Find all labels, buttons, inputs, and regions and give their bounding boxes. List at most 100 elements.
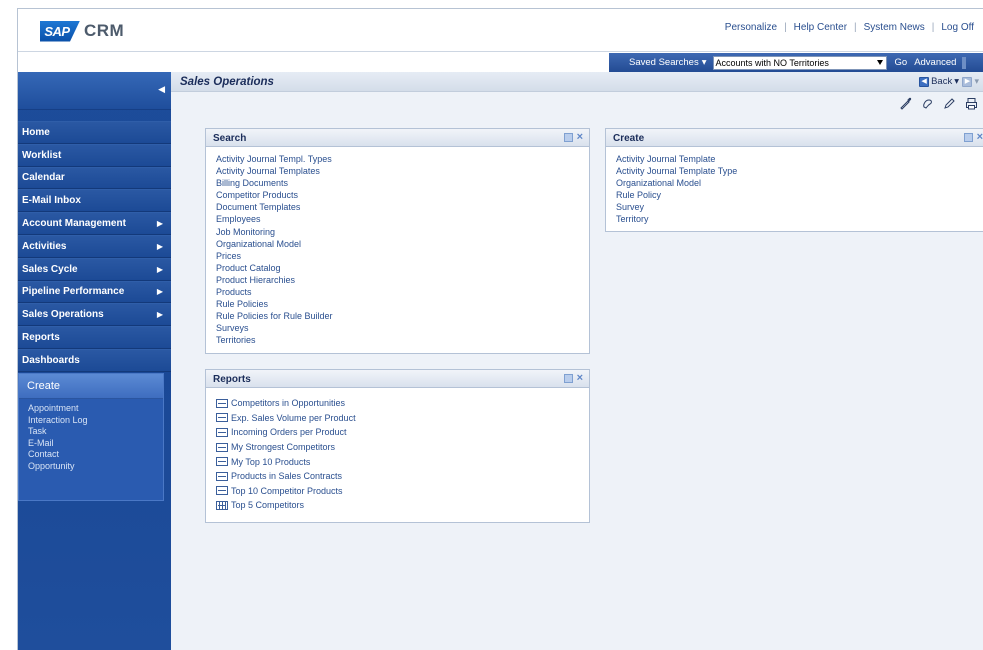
grid-report-icon (216, 500, 228, 510)
create-email-link[interactable]: E-Mail (28, 438, 163, 450)
search-link[interactable]: Prices (216, 250, 589, 262)
report-label: Top 5 Competitors (231, 500, 305, 511)
personalize-link[interactable]: Personalize (725, 22, 777, 33)
search-link[interactable]: Territories (216, 334, 589, 346)
nav-item-label: Sales Cycle (22, 263, 78, 275)
report-link[interactable]: Competitors in Opportunities (216, 396, 589, 411)
report-icon (216, 457, 228, 467)
report-link[interactable]: My Top 10 Products (216, 454, 589, 469)
pencil-icon[interactable] (943, 97, 956, 110)
search-link[interactable]: Product Catalog (216, 262, 589, 274)
create-link[interactable]: Activity Journal Template Type (616, 165, 983, 177)
back-button[interactable]: ◀ Back ▾ (919, 76, 959, 87)
search-link[interactable]: Products (216, 286, 589, 298)
close-icon[interactable]: × (977, 132, 983, 143)
create-link[interactable]: Survey (616, 201, 983, 213)
nav-item-sales-cycle[interactable]: Sales Cycle ▶ (18, 257, 171, 281)
create-contact-link[interactable]: Contact (28, 449, 163, 461)
nav-item-home[interactable]: Home (18, 121, 171, 144)
advanced-search-button[interactable]: Advanced (914, 57, 956, 68)
nav-item-pipeline-performance[interactable]: Pipeline Performance ▶ (18, 280, 171, 304)
panel-controls: × (563, 132, 583, 143)
report-links: Competitors in Opportunities Exp. Sales … (206, 388, 589, 513)
nav-item-email-inbox[interactable]: E-Mail Inbox (18, 189, 171, 213)
maximize-icon[interactable] (963, 132, 973, 142)
search-link[interactable]: Organizational Model (216, 238, 589, 250)
create-appointment-link[interactable]: Appointment (28, 403, 163, 415)
search-link[interactable]: Document Templates (216, 201, 589, 213)
chevron-right-icon: ▶ (156, 287, 163, 297)
close-icon[interactable]: × (577, 132, 583, 143)
nav-item-worklist[interactable]: Worklist (18, 143, 171, 167)
search-link[interactable]: Billing Documents (216, 177, 589, 189)
report-label: Top 10 Competitor Products (231, 485, 343, 496)
nav-item-label: Worklist (22, 149, 62, 161)
search-link[interactable]: Job Monitoring (216, 226, 589, 238)
report-label: My Top 10 Products (231, 456, 311, 467)
panel-header: Create × (606, 129, 983, 147)
link-separator: | (931, 22, 935, 33)
report-link[interactable]: My Strongest Competitors (216, 440, 589, 455)
search-link[interactable]: Surveys (216, 322, 589, 334)
logo-brand: SAP (40, 20, 80, 42)
nav-item-calendar[interactable]: Calendar (18, 166, 171, 190)
report-label: My Strongest Competitors (231, 442, 336, 453)
search-link[interactable]: Activity Journal Templ. Types (216, 153, 589, 165)
back-icon: ◀ (919, 76, 930, 87)
report-link[interactable]: Products in Sales Contracts (216, 469, 589, 484)
maximize-icon[interactable] (563, 132, 573, 142)
panel-controls: × (963, 132, 983, 143)
maximize-icon[interactable] (563, 373, 573, 383)
chevron-down-icon: ▾ (974, 76, 979, 86)
dropdown-arrow-icon (876, 59, 883, 65)
create-opportunity-link[interactable]: Opportunity (28, 461, 163, 473)
nav-item-label: Account Management (22, 218, 126, 230)
create-link[interactable]: Territory (616, 213, 983, 225)
create-interaction-log-link[interactable]: Interaction Log (28, 415, 163, 427)
search-link[interactable]: Employees (216, 213, 589, 225)
nav-item-sales-operations[interactable]: Sales Operations ▶ (18, 303, 171, 327)
nav-item-label: E-Mail Inbox (22, 195, 81, 207)
reports-panel: Reports × Competitors in Opportunities E… (205, 369, 590, 523)
help-center-link[interactable]: Help Center (794, 22, 847, 33)
report-link[interactable]: Top 5 Competitors (216, 498, 589, 513)
nav-item-account-management[interactable]: Account Management ▶ (18, 212, 171, 235)
nav-item-reports[interactable]: Reports (18, 326, 171, 349)
nav-item-dashboards[interactable]: Dashboards (18, 348, 171, 372)
nav-item-activities[interactable]: Activities ▶ (18, 234, 171, 258)
panel-title: Search (213, 133, 247, 144)
saved-searches-button[interactable]: Saved Searches ▾ (629, 57, 707, 68)
top-links: Personalize | Help Center | System News … (725, 22, 974, 33)
search-link[interactable]: Rule Policies for Rule Builder (216, 310, 589, 322)
search-link[interactable]: Competitor Products (216, 189, 589, 201)
report-link[interactable]: Top 10 Competitor Products (216, 484, 589, 499)
system-news-link[interactable]: System News (864, 22, 925, 33)
panel-header: Search × (206, 129, 589, 147)
search-link[interactable]: Rule Policies (216, 298, 589, 310)
print-icon[interactable] (965, 97, 978, 110)
create-task-link[interactable]: Task (28, 426, 163, 438)
close-icon[interactable]: × (577, 373, 583, 384)
sidebar-header: ◀ (18, 72, 171, 110)
chevron-right-icon: ▶ (156, 264, 163, 274)
title-bar: Sales Operations ◀ Back ▾ ▶ ▾ (171, 72, 983, 92)
search-link[interactable]: Activity Journal Templates (216, 165, 589, 177)
personalize-icon[interactable] (899, 97, 912, 110)
panel-header: Reports × (206, 370, 589, 388)
create-link[interactable]: Rule Policy (616, 189, 983, 201)
create-group: Create Appointment Interaction Log Task … (18, 373, 164, 501)
go-button[interactable]: Go (895, 57, 908, 68)
report-link[interactable]: Exp. Sales Volume per Product (216, 411, 589, 426)
report-link[interactable]: Incoming Orders per Product (216, 425, 589, 440)
chevron-right-icon: ▶ (156, 219, 163, 229)
collapse-sidebar-icon[interactable]: ◀ (158, 84, 165, 95)
log-off-link[interactable]: Log Off (941, 22, 974, 33)
search-panel: Search × Activity Journal Templ. Types A… (205, 128, 590, 354)
forward-button[interactable]: ▶ ▾ (962, 76, 979, 87)
create-link[interactable]: Activity Journal Template (616, 153, 983, 165)
search-link[interactable]: Product Hierarchies (216, 274, 589, 286)
edit-page-icon[interactable] (921, 97, 934, 110)
create-links: Appointment Interaction Log Task E-Mail … (19, 399, 163, 472)
create-link[interactable]: Organizational Model (616, 177, 983, 189)
saved-search-select[interactable]: Accounts with NO Territories (712, 55, 887, 70)
